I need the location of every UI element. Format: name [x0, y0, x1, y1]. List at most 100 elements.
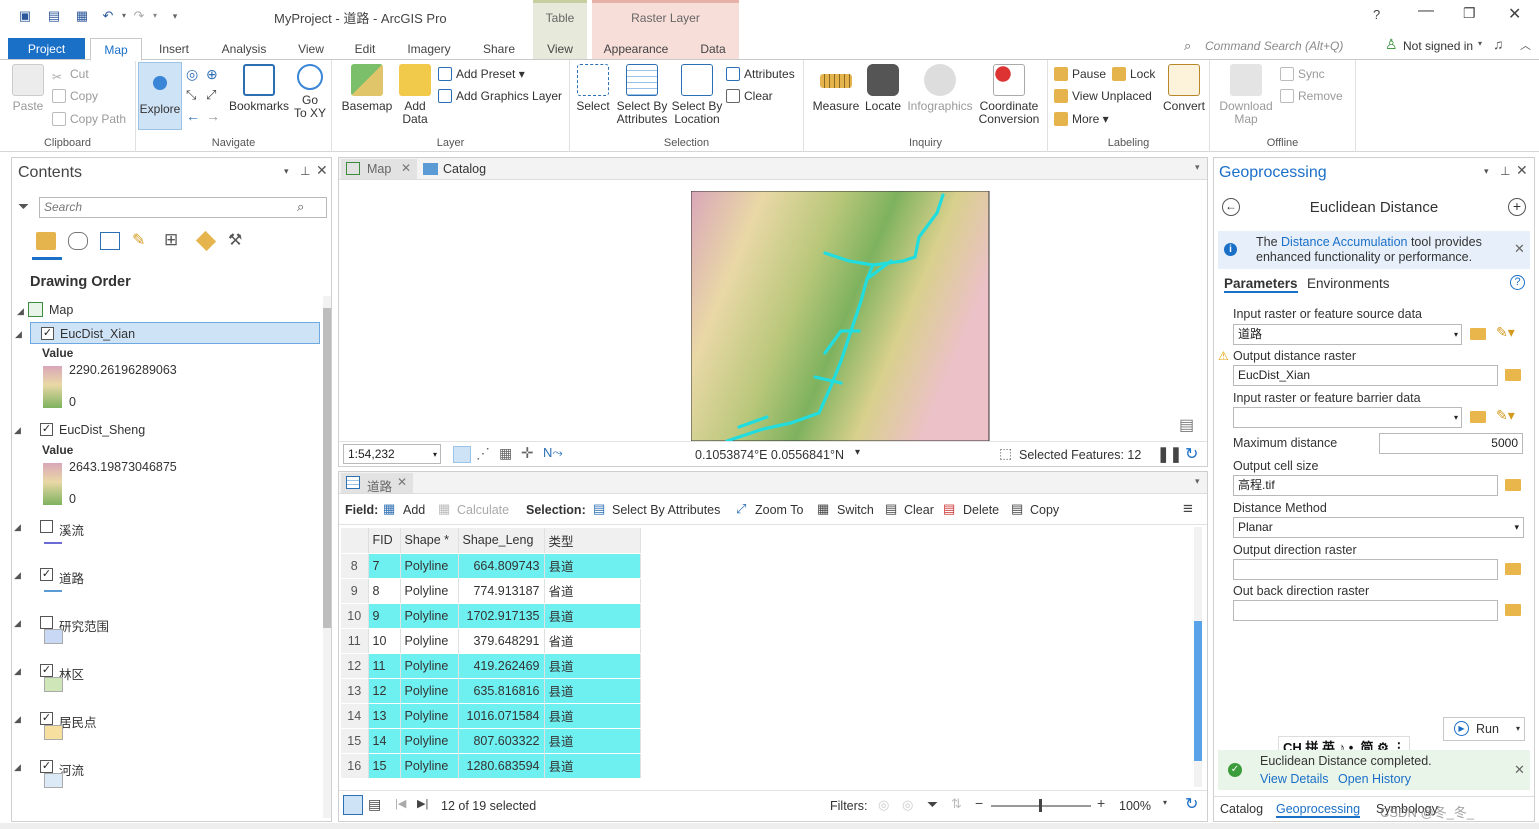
undo-icon[interactable]: ↶ — [100, 9, 116, 23]
cell-shape[interactable]: Polyline — [400, 703, 459, 729]
pin-icon[interactable]: ⊥ — [300, 164, 310, 178]
layer-overview-icon[interactable]: ▤ — [1179, 415, 1194, 435]
add-field-button[interactable]: Add — [403, 503, 425, 517]
cell-type[interactable]: 县道 — [544, 753, 641, 779]
back-direction-field[interactable] — [1233, 600, 1498, 621]
tab-map-view[interactable]: Map ✕ — [341, 159, 417, 179]
paste-button[interactable]: Paste — [10, 64, 46, 113]
expand-layer-icon[interactable]: ◢ — [14, 666, 21, 677]
cell-fid[interactable]: 13 — [368, 703, 401, 729]
table-grid-icon[interactable]: ▦ — [499, 445, 512, 462]
first-record-icon[interactable]: |◀ — [395, 797, 406, 810]
expand-layer-icon[interactable]: ◢ — [14, 762, 21, 773]
redo-icon[interactable]: ↷ — [131, 9, 147, 23]
table-row[interactable]: 12 11 Polyline 419.262469 县道 — [341, 653, 641, 679]
row-number[interactable]: 8 — [341, 553, 369, 579]
table-row[interactable]: 13 12 Polyline 635.816816 县道 — [341, 678, 641, 704]
barrier-browse-icon[interactable] — [1470, 411, 1486, 423]
layer-visibility-checkbox[interactable]: ✓ — [40, 423, 53, 436]
cell-type[interactable]: 县道 — [544, 678, 641, 704]
contents-search-input[interactable]: Search — [39, 197, 327, 218]
distance-method-select[interactable]: Planar ▾ — [1233, 517, 1524, 538]
select-by-attributes-button[interactable]: Select By Attributes — [614, 64, 670, 126]
contents-scroll-thumb[interactable] — [323, 308, 331, 628]
filter-definition-icon[interactable]: ◎ — [902, 797, 913, 813]
infographics-button[interactable]: Infographics — [906, 64, 974, 113]
contents-scrollbar[interactable] — [323, 296, 331, 818]
barrier-sketch-icon[interactable]: ✎▾ — [1496, 407, 1515, 424]
cell-shape[interactable]: Polyline — [400, 578, 459, 604]
open-project-icon[interactable]: ▤ — [46, 9, 62, 23]
line-symbol-swatch[interactable] — [44, 542, 62, 544]
cell-shape-leng[interactable]: 1016.071584 — [458, 703, 545, 729]
close-contents-icon[interactable]: ✕ — [316, 162, 328, 179]
cell-shape-leng[interactable]: 419.262469 — [458, 653, 545, 679]
layer-item[interactable]: ◢ 溪流 — [14, 516, 320, 538]
cell-shape-leng[interactable]: 1702.917135 — [458, 603, 545, 629]
fixed-zoom-icon[interactable]: ⊕ — [206, 66, 218, 83]
expand-layer-icon[interactable]: ◢ — [15, 329, 22, 340]
pane-tab-geoprocessing[interactable]: Geoprocessing — [1276, 802, 1361, 818]
cell-fid[interactable]: 7 — [368, 553, 401, 579]
tab-parameters[interactable]: Parameters — [1224, 276, 1298, 293]
cell-fid[interactable]: 14 — [368, 728, 401, 754]
remove-button[interactable]: Remove — [1280, 88, 1343, 104]
collapse-ribbon-icon[interactable]: ︿ — [1520, 37, 1531, 53]
layer-item[interactable]: ◢ ✓ 道路 — [14, 564, 320, 586]
tab-catalog-view[interactable]: Catalog — [421, 159, 501, 179]
map-expand-icon[interactable]: ◢ — [17, 306, 24, 317]
fill-symbol-swatch[interactable] — [44, 629, 63, 644]
cell-type[interactable]: 省道 — [544, 578, 641, 604]
tab-road-table[interactable]: 道路 ✕ — [341, 473, 413, 494]
table-menu-icon[interactable]: ≡ — [1183, 499, 1193, 519]
tab-data[interactable]: Data — [690, 38, 736, 60]
download-map-button[interactable]: Download Map — [1216, 64, 1276, 126]
sync-button[interactable]: Sync — [1280, 66, 1325, 82]
map-label[interactable]: Map — [49, 303, 73, 317]
expand-layer-icon[interactable]: ◢ — [14, 522, 21, 533]
cell-shape-leng[interactable]: 379.648291 — [458, 628, 545, 654]
line-symbol-swatch[interactable] — [44, 590, 62, 592]
layer-item[interactable]: ◢ ✓ 林区 — [14, 660, 320, 682]
help-icon[interactable]: ? — [1373, 7, 1380, 22]
cell-fid[interactable]: 15 — [368, 753, 401, 779]
coordinate-conversion-button[interactable]: Coordinate Conversion — [976, 64, 1042, 126]
previous-extent-icon[interactable]: ← — [186, 108, 200, 124]
list-by-drawing-order-icon[interactable] — [36, 232, 56, 250]
copy-path-button[interactable]: Copy Path — [52, 111, 126, 127]
layer-visibility-checkbox[interactable]: ✓ — [40, 664, 53, 677]
layer-visibility-checkbox[interactable]: ✓ — [40, 568, 53, 581]
table-zoom-slider[interactable] — [991, 799, 1091, 812]
zoom-to-button[interactable]: Zoom To — [755, 503, 803, 517]
list-by-snapping-icon[interactable]: ⊞ — [164, 230, 178, 250]
fill-symbol-swatch[interactable] — [44, 677, 63, 692]
pause-drawing-icon[interactable]: ❚❚ — [1157, 445, 1182, 463]
cell-shape[interactable]: Polyline — [400, 603, 459, 629]
dismiss-info-icon[interactable]: ✕ — [1514, 241, 1525, 257]
tool-options-icon[interactable]: + — [1508, 198, 1526, 216]
table-zoom-thumb[interactable] — [1039, 799, 1042, 812]
back-direction-browse-icon[interactable] — [1505, 604, 1521, 616]
row-number[interactable]: 16 — [341, 753, 369, 779]
table-row[interactable]: 9 8 Polyline 774.913187 省道 — [341, 578, 641, 604]
tab-project[interactable]: Project — [8, 38, 85, 60]
copy-button[interactable]: Copy — [52, 88, 98, 104]
refresh-map-icon[interactable]: ↻ — [1185, 444, 1198, 464]
tab-appearance[interactable]: Appearance — [598, 38, 674, 60]
cell-shape-leng[interactable]: 1280.683594 — [458, 753, 545, 779]
input-source-dropdown[interactable]: 道路 ▾ — [1233, 324, 1462, 345]
cell-shape[interactable]: Polyline — [400, 753, 459, 779]
expand-layer-icon[interactable]: ◢ — [14, 714, 21, 725]
distance-accumulation-link[interactable]: Distance Accumulation — [1281, 235, 1407, 249]
cell-fid[interactable]: 9 — [368, 603, 401, 629]
table-row[interactable]: 11 10 Polyline 379.648291 省道 — [341, 628, 641, 654]
table-row[interactable]: 14 13 Polyline 1016.071584 县道 — [341, 703, 641, 729]
cell-shape[interactable]: Polyline — [400, 728, 459, 754]
basemap-button[interactable]: Basemap — [340, 64, 394, 113]
table-tabs-dropdown-icon[interactable]: ▾ — [1195, 476, 1200, 487]
map-grid-toggle-icon[interactable] — [453, 446, 471, 463]
list-by-labeling-icon[interactable] — [195, 230, 217, 252]
cell-shape-leng[interactable]: 807.603322 — [458, 728, 545, 754]
tab-map[interactable]: Map — [90, 38, 142, 61]
explore-button[interactable]: Explore — [138, 62, 182, 130]
